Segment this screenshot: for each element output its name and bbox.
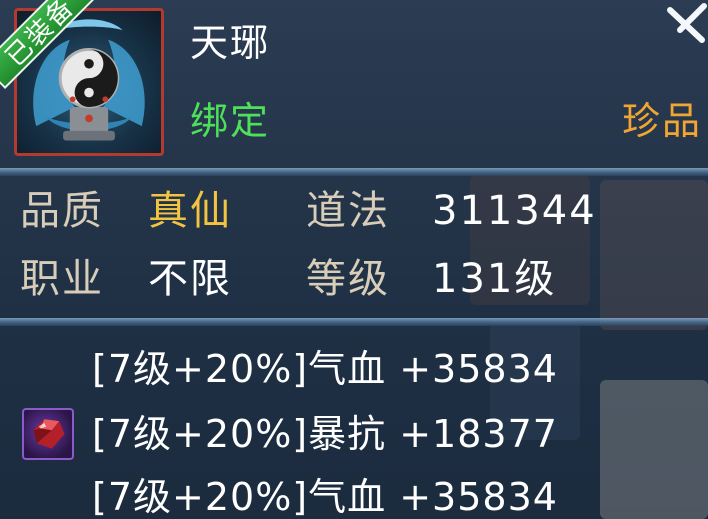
section-divider (0, 168, 708, 176)
close-button[interactable] (652, 0, 708, 52)
class-label: 职业 (20, 256, 104, 302)
daofa-label: 道法 (306, 188, 390, 234)
section-divider (0, 318, 708, 326)
class-value: 不限 (148, 256, 232, 302)
close-icon (652, 0, 708, 52)
quality-label: 品质 (20, 188, 104, 234)
red-gem-icon (22, 408, 74, 460)
bind-status: 绑定 (190, 99, 271, 143)
rarity-label: 珍品 (621, 99, 702, 143)
level-value: 131级 (432, 256, 557, 302)
stats-section: 品质 真仙 道法 311344 职业 不限 等级 131级 (0, 180, 708, 316)
gem-attribute-row: [7级+20%]气血 +35834 (92, 475, 558, 519)
gem-section: [7级+20%]气血 +35834 [7级+20%]暴抗 +18377 [7级+… (0, 334, 708, 519)
item-tooltip-panel: 已装备 天琊 绑定 珍品 品质 真仙 道法 311344 职业 不限 等级 13… (0, 0, 708, 519)
gem-attribute-row: [7级+20%]气血 +35834 (92, 347, 558, 391)
gem-attribute-row: [7级+20%]暴抗 +18377 (92, 412, 558, 456)
item-name: 天琊 (190, 21, 271, 65)
quality-value: 真仙 (148, 188, 232, 234)
item-header: 已装备 天琊 绑定 珍品 (0, 0, 708, 168)
level-label: 等级 (306, 256, 390, 302)
daofa-value: 311344 (432, 188, 597, 234)
